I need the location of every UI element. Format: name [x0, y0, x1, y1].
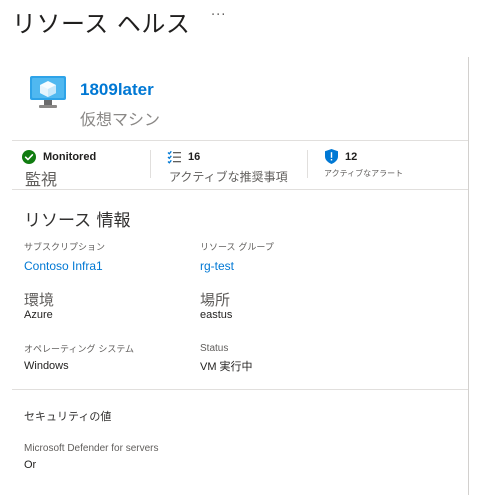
defender-label: Microsoft Defender for servers: [24, 443, 159, 454]
resource-group-label: リソース グループ: [200, 243, 274, 253]
check-circle-icon: [22, 150, 36, 164]
status-value: VM 実行中: [200, 361, 253, 373]
monitored-value: Monitored: [43, 151, 97, 163]
divider: [12, 389, 468, 390]
os-label: オペレーティング システム: [24, 345, 135, 355]
virtual-machine-icon: [30, 76, 66, 108]
os-value: Windows: [24, 360, 69, 372]
location-value: eastus: [200, 309, 233, 321]
more-options-button[interactable]: ···: [211, 8, 226, 23]
recommendations-label: アクティブな推奨事項: [169, 170, 288, 184]
environment-value: Azure: [24, 309, 53, 321]
alerts-count: 12: [345, 151, 358, 163]
panel-border: [468, 57, 469, 495]
defender-value: Or: [24, 459, 37, 471]
divider: [12, 189, 468, 190]
alerts-label: アクティブなアラート: [324, 169, 404, 178]
status-label: Status: [200, 343, 229, 354]
recommendations-count: 16: [188, 151, 201, 163]
security-title: セキュリティの値: [24, 410, 112, 423]
divider: [12, 140, 468, 141]
resource-name-link[interactable]: 1809later: [80, 80, 154, 100]
resource-info-title: リソース 情報: [24, 211, 131, 231]
subscription-label: サブスクリプション: [24, 243, 106, 253]
monitored-label: 監視: [25, 170, 58, 189]
environment-label: 環境: [24, 291, 55, 309]
stat-divider: [150, 150, 151, 178]
page-title: リソース ヘルス: [12, 10, 191, 38]
resource-group-link[interactable]: rg-test: [200, 259, 234, 273]
checklist-icon: [167, 150, 181, 164]
location-label: 場所: [200, 291, 231, 309]
resource-type: 仮想マシン: [80, 110, 161, 129]
stat-divider: [307, 150, 308, 178]
shield-alert-icon: [325, 149, 338, 164]
subscription-link[interactable]: Contoso Infra1: [24, 259, 103, 273]
